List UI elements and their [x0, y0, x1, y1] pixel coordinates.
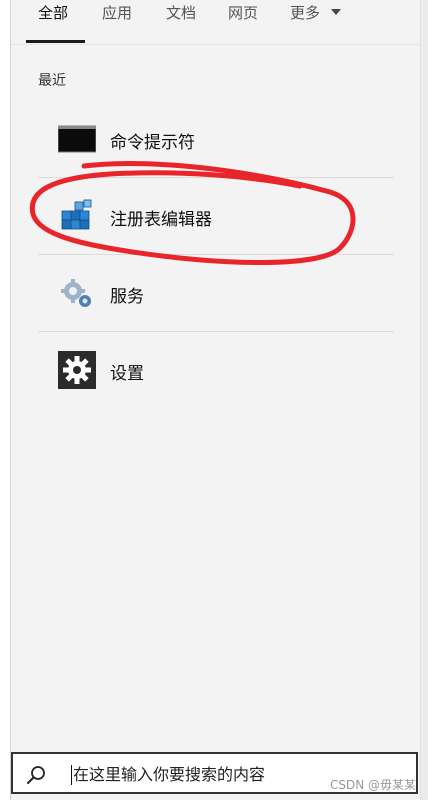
result-settings[interactable]: 设置: [38, 332, 394, 409]
registry-editor-icon: [58, 197, 96, 235]
chevron-down-icon: [330, 8, 341, 15]
tab-web-label: 网页: [228, 4, 259, 22]
search-tabs: 全部 应用 文档 网页 更多: [26, 0, 418, 44]
command-prompt-icon: [57, 120, 97, 158]
right-panel-edge: [420, 0, 428, 800]
result-command-prompt[interactable]: 命令提示符: [38, 101, 394, 178]
text-cursor: [71, 765, 72, 785]
tab-documents[interactable]: 文档: [166, 0, 196, 44]
services-gear-icon: [58, 274, 96, 312]
active-tab-indicator: [26, 40, 85, 43]
result-label: 命令提示符: [110, 133, 195, 153]
tab-more-label: 更多: [290, 4, 321, 22]
tab-apps[interactable]: 应用: [102, 0, 132, 44]
tab-all[interactable]: 全部: [38, 0, 68, 44]
tab-documents-label: 文档: [166, 4, 197, 22]
tab-all-label: 全部: [38, 4, 69, 22]
result-label: 服务: [110, 287, 144, 307]
recent-section-label: 最近: [38, 73, 66, 89]
search-icon: [25, 764, 47, 786]
tab-more[interactable]: 更多: [290, 0, 341, 44]
result-registry-editor[interactable]: 注册表编辑器: [38, 178, 394, 255]
tab-web[interactable]: 网页: [228, 0, 258, 44]
tabs-divider: [11, 44, 421, 45]
result-label: 设置: [110, 364, 144, 384]
watermark: CSDN @毋某某: [329, 778, 416, 792]
settings-gear-icon: [58, 351, 96, 389]
result-services[interactable]: 服务: [38, 255, 394, 332]
result-label: 注册表编辑器: [110, 210, 212, 230]
search-input[interactable]: [73, 760, 323, 788]
left-panel-border: [10, 0, 11, 800]
tab-apps-label: 应用: [102, 4, 133, 22]
